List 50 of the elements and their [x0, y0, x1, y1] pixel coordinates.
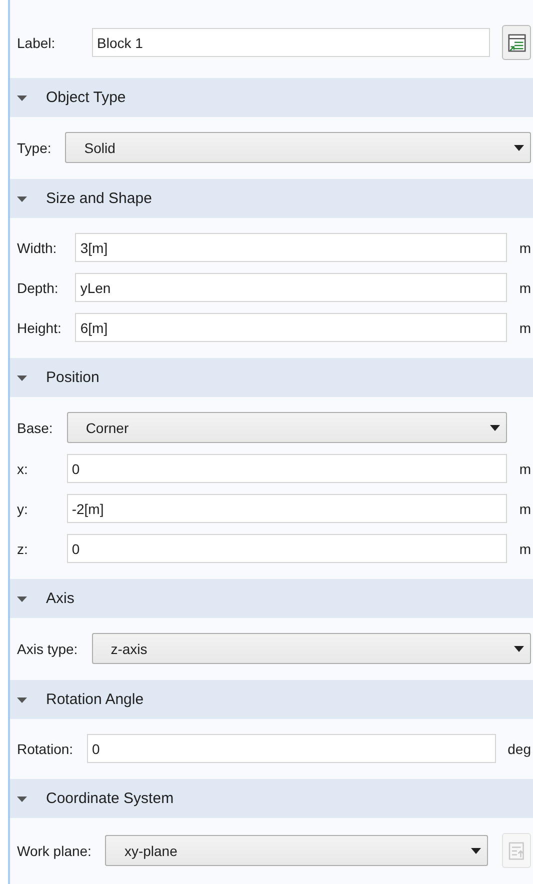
field-label: z:: [17, 540, 29, 556]
section-header[interactable]: Position: [10, 358, 533, 397]
field-label: Width:: [17, 240, 58, 256]
dropdown[interactable]: z-axis: [92, 633, 531, 664]
settings-button[interactable]: [502, 25, 531, 60]
field-label: Base:: [17, 420, 54, 436]
unit-label: m: [518, 460, 531, 476]
input-field[interactable]: 6[m]: [75, 313, 508, 342]
collapse-icon: [17, 194, 27, 204]
caret-icon: [471, 848, 481, 854]
dropdown[interactable]: xy-plane: [105, 835, 488, 866]
unit-label: m: [518, 240, 531, 256]
caret-icon: [490, 424, 500, 430]
input-field[interactable]: 0: [87, 734, 496, 763]
label-field[interactable]: Block 1: [92, 28, 490, 57]
section-header[interactable]: Rotation Angle: [10, 680, 533, 719]
field-label: Work plane:: [17, 842, 92, 858]
unit-label: m: [518, 320, 531, 336]
input-field[interactable]: 0: [66, 454, 508, 483]
field-label: Rotation:: [17, 740, 74, 756]
caret-icon: [514, 646, 524, 652]
field-label: Label:: [17, 34, 56, 50]
input-field[interactable]: yLen: [75, 273, 508, 302]
input-field[interactable]: 0: [66, 534, 508, 563]
form-icon: [506, 32, 526, 52]
dropdown[interactable]: Corner: [66, 412, 508, 443]
collapse-icon: [17, 92, 27, 102]
collapse-icon: [17, 594, 27, 604]
field-label: Height:: [17, 320, 62, 336]
input-field[interactable]: 3[m]: [75, 233, 508, 262]
field-label: y:: [17, 500, 29, 516]
section-header[interactable]: Coordinate System: [10, 779, 533, 818]
collapse-icon: [17, 694, 27, 704]
field-label: Type:: [17, 140, 52, 156]
field-label: Axis type:: [17, 640, 79, 656]
caret-icon: [514, 144, 524, 150]
unit-label: m: [518, 280, 531, 296]
field-label: Depth:: [17, 280, 60, 296]
collapse-icon: [17, 794, 27, 804]
dropdown[interactable]: Solid: [65, 132, 531, 163]
unit-label: m: [518, 500, 531, 516]
unit-label: deg: [506, 740, 531, 756]
unit-label: m: [518, 540, 531, 556]
collapse-icon: [17, 372, 27, 382]
section-header[interactable]: Axis: [10, 579, 533, 618]
input-field[interactable]: -2[m]: [66, 494, 508, 523]
section-header[interactable]: Size and Shape: [10, 179, 533, 218]
list-icon: [506, 840, 526, 860]
field-label: x:: [17, 460, 29, 476]
section-header[interactable]: Object Type: [10, 78, 533, 117]
